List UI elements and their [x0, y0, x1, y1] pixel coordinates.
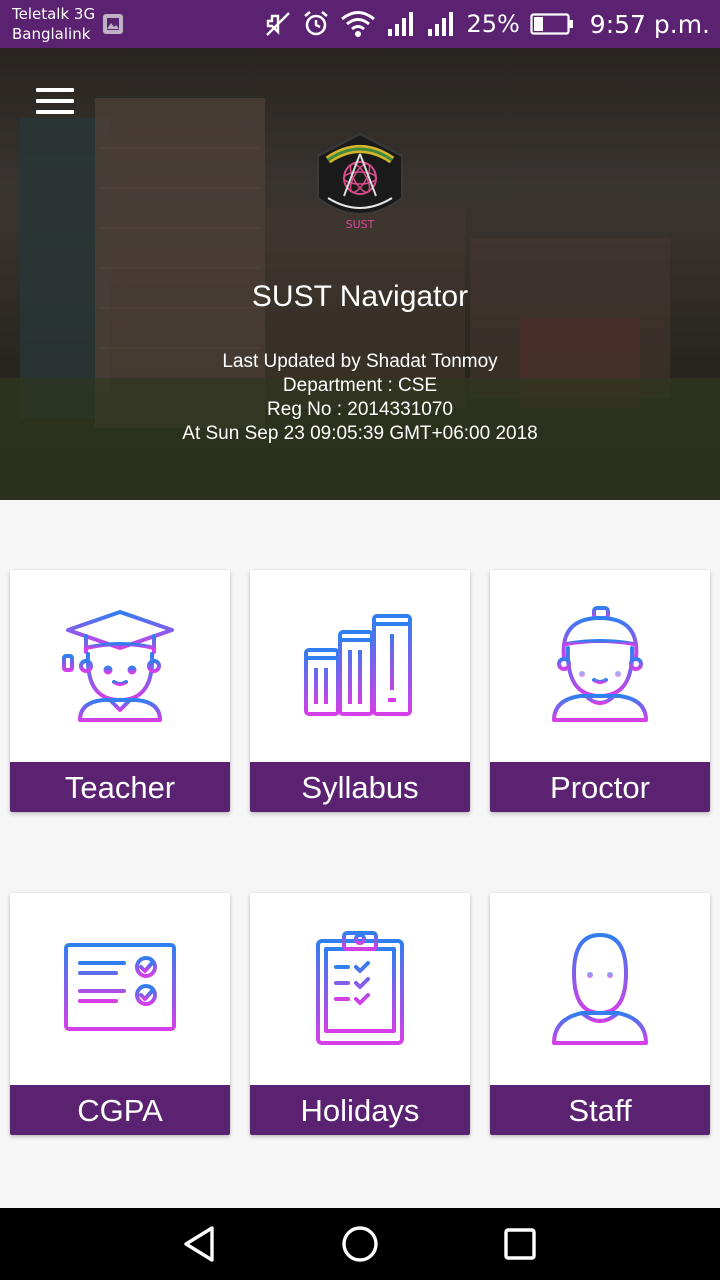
proctor-card[interactable]: Proctor — [490, 570, 710, 812]
signal-icon — [428, 12, 454, 36]
recents-icon[interactable] — [498, 1222, 542, 1266]
proctor-icon — [552, 606, 648, 722]
carrier-2: Banglalink — [12, 25, 91, 43]
syllabus-card[interactable]: Syllabus — [250, 570, 470, 812]
teacher-label: Teacher — [10, 762, 230, 812]
app-title: SUST Navigator — [251, 280, 469, 313]
wifi-icon — [341, 11, 376, 37]
syllabus-label: Syllabus — [250, 762, 470, 812]
battery-icon — [530, 13, 573, 35]
mute-icon — [266, 12, 291, 36]
menu-grid: Teacher Syllabus Proctor CGPA Holidays S… — [0, 500, 720, 1208]
cgpa-card[interactable]: CGPA — [10, 893, 230, 1135]
staff-label: Staff — [490, 1085, 710, 1135]
carrier-1: Teletalk 3G — [12, 5, 96, 23]
cgpa-label: CGPA — [10, 1085, 230, 1135]
alarm-icon — [304, 10, 329, 36]
updated-by: Last Updated by Shadat Tonmoy — [222, 351, 498, 372]
staff-icon — [552, 933, 648, 1045]
reg-no: Reg No : 2014331070 — [267, 399, 453, 420]
update-timestamp: At Sun Sep 23 09:05:39 GMT+06:00 2018 — [182, 423, 538, 444]
teacher-icon — [62, 610, 174, 722]
menu-bar — [36, 99, 74, 103]
gallery-icon — [103, 14, 123, 34]
logo-text: SUST — [346, 218, 375, 231]
university-logo: SUST — [317, 132, 403, 231]
system-nav-bar — [0, 1208, 720, 1280]
books-icon — [304, 614, 412, 716]
signal-icon — [388, 12, 414, 36]
menu-bar — [36, 88, 74, 92]
back-icon[interactable] — [178, 1222, 222, 1266]
holidays-card[interactable]: Holidays — [250, 893, 470, 1135]
staff-card[interactable]: Staff — [490, 893, 710, 1135]
update-info: Last Updated by Shadat Tonmoy Department… — [0, 350, 720, 446]
certificate-icon — [64, 943, 176, 1031]
carrier-info: Teletalk 3G Banglalink — [12, 4, 95, 44]
teacher-card[interactable]: Teacher — [10, 570, 230, 812]
proctor-label: Proctor — [490, 762, 710, 812]
menu-bar — [36, 110, 74, 114]
department: Department : CSE — [282, 375, 438, 396]
clock: 9:57 p.m. — [589, 9, 710, 39]
holidays-label: Holidays — [250, 1085, 470, 1135]
home-icon[interactable] — [338, 1222, 382, 1266]
battery-percent: 25% — [466, 10, 520, 38]
header-banner: SUST SUST Navigator Last Updated by Shad… — [0, 48, 720, 500]
menu-button[interactable] — [36, 88, 76, 118]
status-bar: Teletalk 3G Banglalink 25% 9:57 p.m. — [0, 0, 720, 48]
clipboard-icon — [316, 931, 404, 1045]
